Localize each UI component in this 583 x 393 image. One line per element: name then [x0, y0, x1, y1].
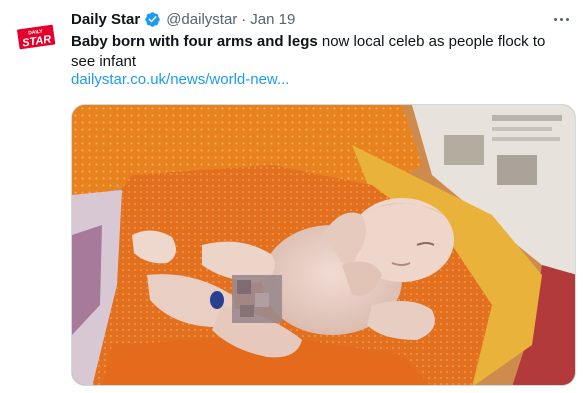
tweet-date[interactable]: Jan 19 — [250, 11, 295, 28]
daily-star-avatar[interactable]: DAILY STAR — [14, 14, 58, 58]
tweet-header: Daily Star @dailystar · Jan 19 — [71, 9, 295, 29]
author-name[interactable]: Daily Star — [71, 11, 140, 28]
baby-photo — [72, 105, 575, 385]
tweet-media-image[interactable] — [71, 104, 576, 386]
tweet-text: Baby born with four arms and legs now lo… — [71, 32, 571, 72]
tweet-card[interactable]: DAILY STAR Daily Star @dailystar · Jan 1… — [0, 0, 583, 393]
tweet-text-bold: Baby born with four arms and legs — [71, 33, 318, 50]
article-link[interactable]: dailystar.co.uk/news/world-new... — [71, 70, 289, 90]
verified-badge-icon — [144, 11, 161, 28]
separator-dot: · — [241, 10, 247, 28]
author-handle[interactable]: @dailystar — [166, 11, 237, 28]
more-options-icon[interactable] — [550, 10, 572, 28]
daily-star-logo: DAILY STAR — [14, 14, 58, 58]
